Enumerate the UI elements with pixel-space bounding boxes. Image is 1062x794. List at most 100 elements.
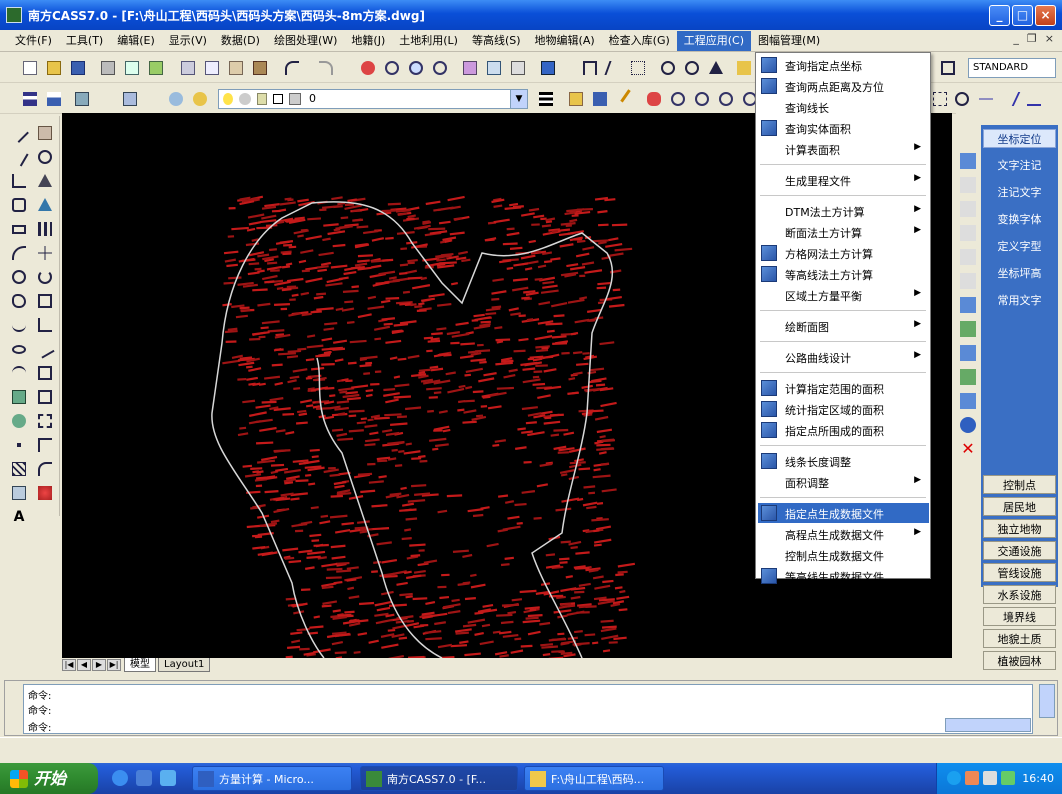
edit-tool-1-button[interactable] (566, 89, 586, 109)
menu-item-3[interactable]: 查询实体面积 (758, 118, 929, 138)
menu-item-0[interactable]: 查询指定点坐标 (758, 55, 929, 75)
make-block-button[interactable] (8, 410, 30, 432)
open-file-button[interactable] (44, 58, 64, 78)
point-button[interactable] (8, 434, 30, 456)
menu-item-1[interactable]: 查询两点距离及方位 (758, 76, 929, 96)
menu-data[interactable]: 数据(D) (214, 31, 267, 51)
text-tool-button[interactable]: 常用文字 (983, 291, 1056, 310)
menu-contour[interactable]: 等高线(S) (465, 31, 528, 51)
ie-icon[interactable] (112, 770, 128, 786)
menu-item-6[interactable]: 生成里程文件 ▶ (758, 170, 929, 190)
taskbar-button[interactable]: 南方CASS7.0 - [F... (360, 766, 518, 791)
menu-item-22[interactable]: 线条长度调整 (758, 451, 929, 471)
horizontal-scrollbar[interactable] (945, 718, 1031, 732)
offset-button[interactable] (34, 194, 56, 216)
circle-button[interactable] (8, 266, 30, 288)
extend-button[interactable] (34, 362, 56, 384)
text-tool-button[interactable]: 文字注记 (983, 156, 1056, 175)
category-button[interactable]: 独立地物 (983, 519, 1056, 538)
properties-button[interactable] (460, 58, 480, 78)
menu-item-25[interactable]: 指定点生成数据文件 (758, 503, 929, 523)
doc-minimize-button[interactable]: _ (1013, 32, 1019, 45)
copy-button[interactable] (202, 58, 222, 78)
text-tool-button[interactable]: 坐标定位 (983, 129, 1056, 148)
construction-line-button[interactable] (8, 146, 30, 168)
circle-slash-button[interactable] (682, 58, 702, 78)
category-button[interactable]: 水系设施 (983, 585, 1056, 604)
panel-tool-1-icon[interactable] (960, 153, 976, 169)
category-button[interactable]: 居民地 (983, 497, 1056, 516)
ime-icon[interactable] (1001, 771, 1015, 785)
menu-item-23[interactable]: 面积调整 ▶ (758, 472, 929, 492)
maximize-button[interactable]: □ (1012, 5, 1033, 26)
layer-states-button[interactable] (190, 89, 210, 109)
last-tab-button[interactable]: ▶| (107, 659, 121, 671)
pan2-button[interactable] (644, 89, 664, 109)
line-tool-button[interactable] (1024, 89, 1044, 109)
text-tool-button[interactable]: 坐标坪高 (983, 264, 1056, 283)
category-button[interactable]: 地貌土质 (983, 629, 1056, 648)
first-tab-button[interactable]: |◀ (62, 659, 76, 671)
cut-button[interactable] (178, 58, 198, 78)
polygon-button[interactable] (8, 194, 30, 216)
triangle-button[interactable] (706, 58, 726, 78)
move-object-button[interactable] (34, 242, 56, 264)
text-tool-button[interactable]: 注记文字 (983, 183, 1056, 202)
zoom-previous-button[interactable] (430, 58, 450, 78)
menu-tools[interactable]: 工具(T) (59, 31, 110, 51)
menu-item-16[interactable]: 公路曲线设计 ▶ (758, 347, 929, 367)
help-button[interactable] (538, 58, 558, 78)
save-button[interactable] (68, 58, 88, 78)
menu-item-14[interactable]: 绘断面图 ▶ (758, 316, 929, 336)
menu-edit[interactable]: 编辑(E) (110, 31, 162, 51)
pan-button[interactable] (358, 58, 378, 78)
category-button[interactable]: 控制点 (983, 475, 1056, 494)
layer-tool-button[interactable] (72, 89, 92, 109)
mirror-button[interactable] (34, 170, 56, 192)
trim-button[interactable] (34, 338, 56, 360)
close-button[interactable]: × (1035, 5, 1056, 26)
break-at-button[interactable] (34, 386, 56, 408)
flag-button[interactable] (734, 58, 754, 78)
panel-tool-7-icon[interactable] (960, 297, 976, 313)
panel-tool-11-icon[interactable] (960, 393, 976, 409)
design-center-button[interactable] (484, 58, 504, 78)
menu-land-use[interactable]: 土地利用(L) (392, 31, 465, 51)
arc-button[interactable] (8, 242, 30, 264)
doc-restore-button[interactable]: ❐ (1027, 32, 1037, 45)
category-button[interactable]: 管线设施 (983, 563, 1056, 582)
category-button[interactable]: 植被园林 (983, 651, 1056, 670)
command-scrollbar[interactable] (1039, 684, 1055, 718)
menu-item-28[interactable]: 等高线生成数据文件 (758, 566, 929, 586)
print-button[interactable] (98, 58, 118, 78)
menu-cadastre[interactable]: 地籍(J) (344, 31, 392, 51)
polyline-button[interactable] (8, 170, 30, 192)
layer-isolate-button[interactable] (120, 89, 140, 109)
menu-item-26[interactable]: 高程点生成数据文件 ▶ (758, 524, 929, 544)
info-icon[interactable] (960, 417, 976, 433)
erase-button[interactable] (34, 122, 56, 144)
text-tool-button[interactable]: 变换字体 (983, 210, 1056, 229)
menu-item-10[interactable]: 方格网法土方计算 (758, 243, 929, 263)
dimension-button[interactable] (580, 58, 600, 78)
taskbar-button[interactable]: F:\舟山工程\西码... (524, 766, 664, 791)
menu-check[interactable]: 检查入库(G) (602, 31, 677, 51)
table-button[interactable] (8, 482, 30, 504)
rotate-button[interactable] (34, 266, 56, 288)
zoom-realtime-button[interactable] (382, 58, 402, 78)
menu-item-9[interactable]: 断面法土方计算 ▶ (758, 222, 929, 242)
category-button[interactable]: 境界线 (983, 607, 1056, 626)
zoom-window-button[interactable] (406, 58, 426, 78)
scale-button[interactable] (34, 290, 56, 312)
menu-item-11[interactable]: 等高线法土方计算 (758, 264, 929, 284)
panel-tool-10-icon[interactable] (960, 369, 976, 385)
text-tool-button[interactable]: 定义字型 (983, 237, 1056, 256)
panel-tool-8-icon[interactable] (960, 321, 976, 337)
start-button[interactable]: 开始 (0, 763, 98, 794)
copy-object-button[interactable] (34, 146, 56, 168)
prev-tab-button[interactable]: ◀ (77, 659, 91, 671)
tool-palette-button[interactable] (508, 58, 528, 78)
ellipse-arc-button[interactable] (8, 362, 30, 384)
rectangle-button[interactable] (8, 218, 30, 240)
pencil-button[interactable] (620, 89, 640, 109)
